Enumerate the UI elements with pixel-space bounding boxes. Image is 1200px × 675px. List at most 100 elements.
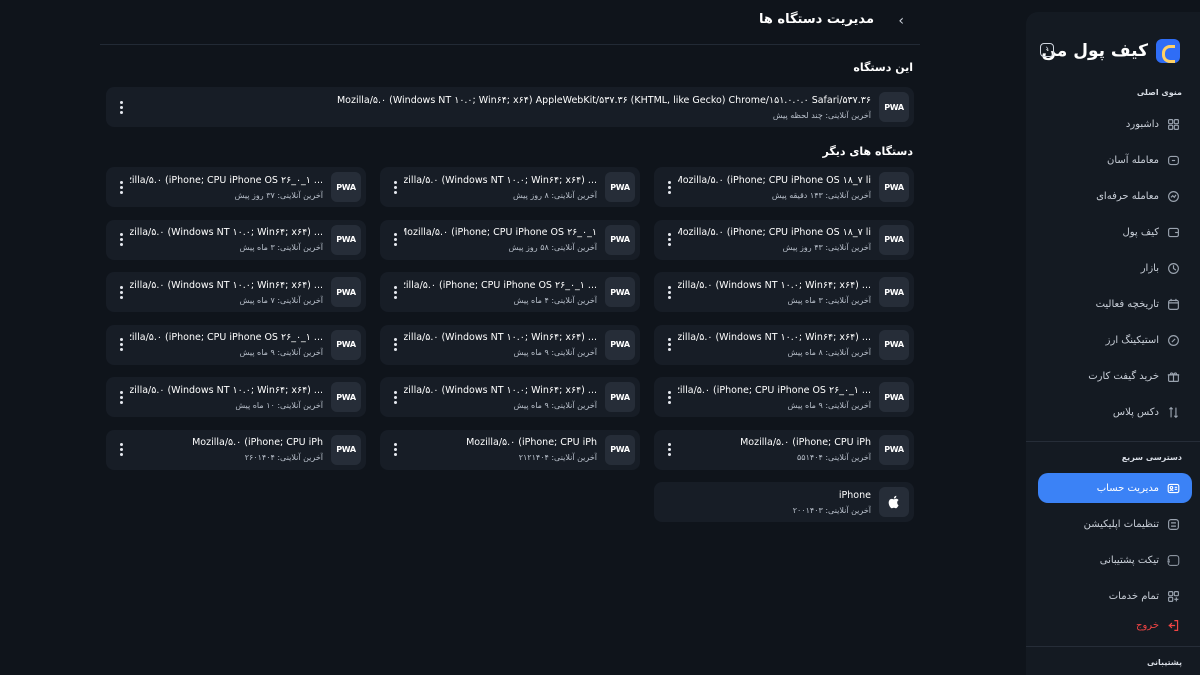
device-card[interactable]: PWA Mozilla/۵.۰ (iPhone; CPU iPh آخرین آنل… <box>380 429 640 470</box>
more-options-icon[interactable] <box>112 180 130 194</box>
sidebar-item-app-settings[interactable]: تنظیمات اپلیکیشن <box>1038 509 1192 539</box>
device-user-agent: ... Mozilla/۵.۰ (Windows NT ۱۰.۰; Win۶۴;… <box>678 279 871 291</box>
sidebar-item-dashboard[interactable]: داشبورد <box>1038 109 1192 139</box>
sidebar-item-dex-plus[interactable]: دکس پلاس <box>1038 397 1192 427</box>
device-last-online: آخرین آنلاینی: ۹ ماه پیش <box>513 400 597 410</box>
more-options-icon[interactable] <box>112 100 130 114</box>
device-last-online: آخرین آنلاینی: ۷ ماه پیش <box>239 295 323 305</box>
pwa-badge-icon: PWA <box>605 382 635 412</box>
account-management-icon <box>1167 482 1180 495</box>
device-card[interactable]: PWA ... Mozilla/۵.۰ (iPhone; CPU iPhone O… <box>654 377 914 417</box>
device-user-agent: ... Mozilla/۵.۰ (Windows NT ۱۰.۰; Win۶۴;… <box>404 174 597 186</box>
device-user-agent: Mozilla/۵.۰ (Windows NT ۱۰.۰; Win۶۴; x۶۴… <box>336 94 871 106</box>
device-card[interactable]: PWA ... Mozilla/۵.۰ (Windows NT ۱۰.۰; Win… <box>654 272 914 312</box>
device-card[interactable]: PWA Mozilla/۵.۰ (iPhone; CPU iPh آخرین آنل… <box>654 429 914 470</box>
more-options-icon[interactable] <box>386 390 404 404</box>
sidebar-item-support-ticket[interactable]: 24 تیکت پشتیبانی <box>1038 545 1192 575</box>
device-user-agent: ... Mozilla/۵.۰ (Windows NT ۱۰.۰; Win۶۴;… <box>130 384 323 396</box>
dex-plus-icon <box>1167 406 1180 419</box>
this-device-title: این دستگاه <box>853 61 913 74</box>
more-options-icon[interactable] <box>112 443 130 456</box>
main-content: › مدیریت دستگاه ها این دستگاه PWA Mozill… <box>100 0 920 675</box>
device-card[interactable]: PWA Mozilla/۵.۰ (iPhone; CPU iPhone OS ۱۸… <box>654 219 914 260</box>
device-card[interactable]: PWA Mozilla/۵.۰ (iPhone; CPU iPhone OS ۱۸… <box>654 167 914 207</box>
device-card[interactable]: PWA ... Mozilla/۵.۰ (Windows NT ۱۰.۰; Win… <box>380 324 640 365</box>
header-divider <box>100 44 920 45</box>
device-last-online: آخرین آنلاینی: ۹ ماه پیش <box>239 348 323 357</box>
back-chevron-icon[interactable]: › <box>898 13 904 29</box>
pwa-badge-icon: PWA <box>331 434 361 465</box>
pwa-badge-icon: PWA <box>879 329 909 360</box>
more-options-icon[interactable] <box>112 233 130 246</box>
device-user-agent: ... Mozilla/۵.۰ (iPhone; CPU iPhone OS ۲… <box>130 332 323 343</box>
device-card[interactable]: PWA ... Mozilla/۵.۰ (Windows NT ۱۰.۰; Win… <box>654 324 914 365</box>
pwa-badge-icon: PWA <box>331 172 361 202</box>
pwa-badge-icon: PWA <box>879 224 909 255</box>
device-user-agent: iPhone <box>838 489 871 501</box>
sidebar-item-pro-trade[interactable]: معامله حرفه‌ای <box>1038 181 1192 211</box>
device-user-agent: ... Mozilla/۵.۰ (Windows NT ۱۰.۰; Win۶۴;… <box>404 332 597 343</box>
device-card[interactable]: PWA ... Mozilla/۵.۰ (Windows NT ۱۰.۰; Win… <box>380 377 640 417</box>
more-options-icon[interactable] <box>660 233 678 246</box>
device-card[interactable]: PWA ... Mozilla/۵.۰ (iPhone; CPU iPhone O… <box>106 167 366 207</box>
more-options-icon[interactable] <box>660 390 678 404</box>
sidebar-item-staking[interactable]: استیکینگ ارز <box>1038 325 1192 355</box>
device-user-agent: Mozilla/۵.۰ (iPhone; CPU iPh <box>740 437 871 448</box>
more-options-icon[interactable] <box>660 443 678 456</box>
more-options-icon[interactable] <box>112 338 130 351</box>
device-card[interactable]: PWA ... Mozilla/۵.۰ (Windows NT ۱۰.۰; Win… <box>106 377 366 417</box>
more-options-icon[interactable] <box>112 390 130 404</box>
more-options-icon[interactable] <box>386 180 404 194</box>
sidebar-item-label: معامله آسان <box>1107 154 1159 166</box>
more-options-icon[interactable] <box>660 180 678 194</box>
more-options-icon[interactable] <box>660 338 678 351</box>
pwa-badge-icon: PWA <box>879 277 909 307</box>
pwa-badge-icon: PWA <box>605 434 635 465</box>
pwa-badge-icon: PWA <box>879 172 909 202</box>
sidebar-item-account-management[interactable]: مدیریت حساب <box>1038 473 1192 503</box>
sidebar-item-market[interactable]: بازار <box>1038 253 1192 283</box>
more-options-icon[interactable] <box>386 338 404 351</box>
pwa-badge-icon: PWA <box>331 329 361 360</box>
wallet-icon <box>1167 226 1180 239</box>
sidebar-item-all-services[interactable]: تمام خدمات <box>1038 581 1192 611</box>
pwa-badge-icon: PWA <box>605 329 635 360</box>
dashboard-icon <box>1167 118 1180 131</box>
device-user-agent: Mozilla/۵.۰ (iPhone; CPU iPhone OS ۲۶_۰_… <box>404 227 597 238</box>
sidebar-item-label: بازار <box>1140 262 1159 274</box>
device-card[interactable]: PWA ... Mozilla/۵.۰ (iPhone; CPU iPhone O… <box>106 324 366 365</box>
logout-icon <box>1167 619 1180 632</box>
device-card[interactable]: iPhone آخرین آنلاینی: ۲۰۰۱۴۰۳ <box>654 482 914 522</box>
sidebar-item-wallet[interactable]: کیف پول <box>1038 217 1192 247</box>
device-last-online: آخرین آنلاینی: ۸ ماه پیش <box>787 348 871 357</box>
more-options-icon[interactable] <box>386 233 404 246</box>
market-icon <box>1167 262 1180 275</box>
device-card[interactable]: PWA ... Mozilla/۵.۰ (Windows NT ۱۰.۰; Win… <box>380 167 640 207</box>
collapse-sidebar-button[interactable]: ‹ <box>1040 43 1054 57</box>
sidebar-item-label: کیف پول <box>1122 226 1159 238</box>
device-card[interactable]: PWA ... Mozilla/۵.۰ (Windows NT ۱۰.۰; Win… <box>106 219 366 260</box>
sidebar-item-label: استیکینگ ارز <box>1105 334 1159 346</box>
device-card[interactable]: PWA Mozilla/۵.۰ (iPhone; CPU iPh آخرین آنل… <box>106 429 366 470</box>
device-card[interactable]: PWA ... Mozilla/۵.۰ (Windows NT ۱۰.۰; Win… <box>106 272 366 312</box>
brand[interactable]: کیف پول من <box>1041 38 1180 64</box>
sidebar-item-label: تنظیمات اپلیکیشن <box>1083 518 1159 530</box>
current-device-card[interactable]: PWA Mozilla/۵.۰ (Windows NT ۱۰.۰; Win۶۴;… <box>106 87 914 127</box>
sidebar-item-label: تیکت پشتیبانی <box>1099 554 1159 566</box>
more-options-icon[interactable] <box>112 285 130 299</box>
device-last-online: آخرین آنلاینی: ۲۶۰۱۴۰۴ <box>244 453 323 462</box>
more-options-icon[interactable] <box>386 285 404 299</box>
device-card[interactable]: PWA Mozilla/۵.۰ (iPhone; CPU iPhone OS ۲۶… <box>380 219 640 260</box>
more-options-icon[interactable] <box>386 443 404 456</box>
all-services-icon <box>1167 590 1180 603</box>
sidebar-item-gift-card[interactable]: خرید گیفت کارت <box>1038 361 1192 391</box>
more-options-icon[interactable] <box>660 285 678 299</box>
device-user-agent: Mozilla/۵.۰ (iPhone; CPU iPh <box>192 437 323 448</box>
sidebar-item-label: تمام خدمات <box>1108 590 1159 602</box>
device-card[interactable]: PWA ... Mozilla/۵.۰ (iPhone; CPU iPhone O… <box>380 272 640 312</box>
sidebar-item-easy-trade[interactable]: معامله آسان <box>1038 145 1192 175</box>
sidebar-item-history[interactable]: تاریخچه فعالیت <box>1038 289 1192 319</box>
logout-button[interactable]: خروج <box>1038 610 1192 640</box>
sidebar-item-label: مدیریت حساب <box>1096 482 1159 494</box>
sidebar-item-label: داشبورد <box>1125 118 1159 130</box>
